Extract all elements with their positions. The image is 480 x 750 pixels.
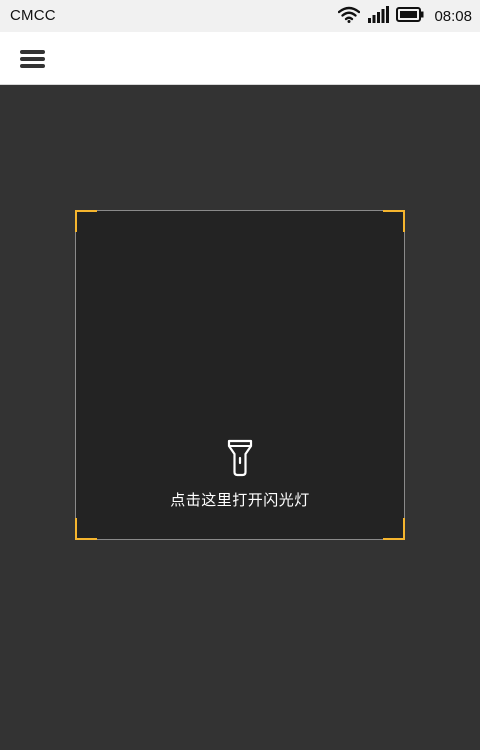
carrier-name: CMCC <box>10 7 56 24</box>
hamburger-menu-icon[interactable] <box>20 50 45 68</box>
battery-icon <box>396 6 424 26</box>
frame-corner-top-right <box>383 210 405 232</box>
app-bar <box>0 32 480 85</box>
clock-time: 08:08 <box>434 7 472 25</box>
status-icons: 08:08 <box>338 5 472 27</box>
frame-corner-bottom-left <box>75 518 97 540</box>
wifi-icon <box>338 6 361 27</box>
main-content: 点击这里打开闪光灯 <box>0 85 480 750</box>
frame-corner-top-left <box>75 210 97 232</box>
frame-corner-bottom-right <box>383 518 405 540</box>
flashlight-toggle-area[interactable]: 点击这里打开闪光灯 <box>75 210 405 540</box>
status-bar: CMCC 08:08 <box>0 0 480 32</box>
flashlight-icon <box>226 439 254 477</box>
signal-icon <box>367 5 390 27</box>
flashlight-label: 点击这里打开闪光灯 <box>170 491 310 509</box>
